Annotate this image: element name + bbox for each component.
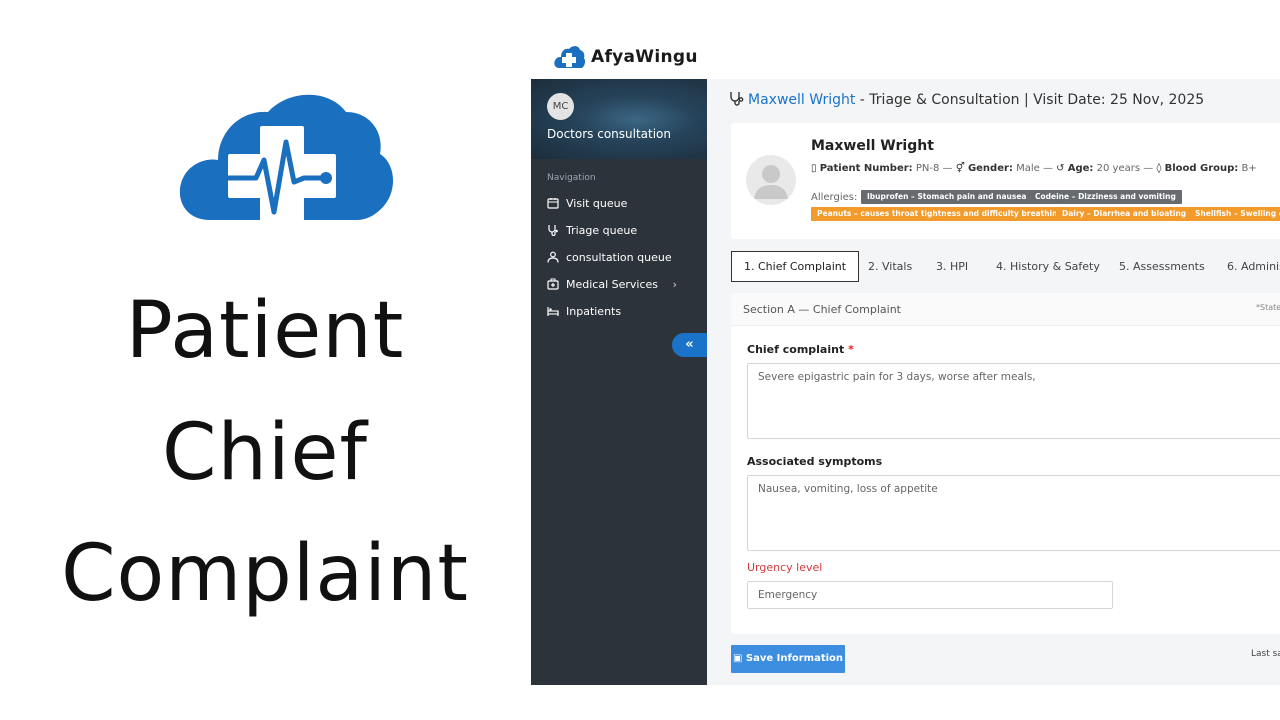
last-saved-text: Last sav: [1251, 649, 1280, 659]
sidebar-item-inpatients[interactable]: Inpatients: [547, 301, 697, 321]
associated-symptoms-label: Associated symptoms: [747, 455, 883, 468]
patient-name: Maxwell Wright: [811, 138, 934, 154]
sidebar: MC Doctors consultation Navigation Visit…: [531, 79, 707, 685]
sidebar-title: Doctors consultation: [547, 127, 672, 141]
stethoscope-icon: [730, 92, 744, 106]
allergy-tag: Codeine – Dizziness and vomiting: [1029, 190, 1182, 204]
stethoscope-icon: [548, 225, 558, 236]
brand-bar: AfyaWingu: [531, 0, 1280, 79]
main-content: Maxwell Wright - Triage & Consultation |…: [707, 79, 1280, 685]
blood-group-label: Blood Group:: [1164, 163, 1239, 174]
form-section-header: Section A — Chief Complaint *State: [731, 293, 1280, 326]
sidebar-item-label: Medical Services: [566, 277, 659, 291]
section-hint: *State: [1256, 303, 1280, 312]
tab-history-safety[interactable]: 4. History & Safety: [996, 251, 1100, 282]
sidebar-item-label: Triage queue: [566, 223, 638, 237]
chief-complaint-field[interactable]: Severe epigastric pain for 3 days, worse…: [747, 363, 1280, 439]
associated-symptoms-field[interactable]: Nausea, vomiting, loss of appetite: [747, 475, 1280, 551]
allergy-tag: Shellfish – Swelling of: [1189, 207, 1280, 221]
sidebar-item-label: consultation queue: [566, 250, 672, 264]
history-icon: ↺: [1056, 163, 1065, 174]
patient-meta: ▯ Patient Number: PN-8 — ⚥ Gender: Male …: [811, 163, 1257, 174]
allergy-tag: Dairy – Diarrhea and bloating: [1056, 207, 1193, 221]
required-mark: *: [848, 343, 854, 356]
page-title-text: - Triage & Consultation | Visit Date: 25…: [855, 92, 1205, 108]
blood-drop-icon: ◊: [1156, 163, 1162, 174]
chevron-right-icon: ›: [672, 277, 677, 291]
page-title: Maxwell Wright - Triage & Consultation |…: [729, 91, 1204, 108]
save-icon: ▣: [732, 653, 743, 664]
sidebar-item-triage-queue[interactable]: Triage queue: [547, 220, 697, 240]
tab-bar: 1. Chief Complaint 2. Vitals 3. HPI 4. H…: [731, 251, 1280, 283]
tab-assessments[interactable]: 5. Assessments: [1119, 251, 1205, 282]
promo-title-line-1: Patient: [125, 286, 405, 376]
id-card-icon: ▯: [811, 163, 817, 174]
avatar[interactable]: MC: [547, 93, 574, 120]
sidebar-collapse-button[interactable]: «: [672, 333, 707, 357]
tab-administration[interactable]: 6. Adminis: [1227, 251, 1280, 282]
gender-value: Male: [1016, 163, 1040, 174]
bed-icon: [547, 307, 559, 316]
promo-title-line-3: Complaint: [61, 529, 469, 619]
promo-title-line-2: Chief: [161, 408, 369, 498]
sidebar-item-label: Visit queue: [566, 196, 628, 210]
sidebar-item-label: Inpatients: [566, 304, 622, 318]
medical-kit-icon: [547, 278, 559, 290]
sidebar-header: MC Doctors consultation: [531, 79, 707, 159]
sidebar-item-visit-queue[interactable]: Visit queue: [547, 193, 697, 213]
sidebar-item-consultation-queue[interactable]: consultation queue: [547, 247, 697, 267]
blood-group-value: B+: [1241, 163, 1257, 174]
patient-number: PN-8: [915, 163, 940, 174]
save-button[interactable]: ▣ Save Information: [731, 645, 845, 673]
allergies-label: Allergies:: [811, 192, 858, 203]
urgency-level-field[interactable]: Emergency: [747, 581, 1113, 609]
cloud-medical-logo-icon: [179, 94, 394, 226]
gender-label: Gender:: [967, 163, 1013, 174]
allergy-tag: Ibuprofen – Stomach pain and nausea: [861, 190, 1033, 204]
tab-vitals[interactable]: 2. Vitals: [868, 251, 912, 282]
patient-avatar: [746, 155, 796, 205]
app-window: AfyaWingu MC Doctors consultation Naviga…: [531, 0, 1280, 720]
urgency-level-label: Urgency level: [747, 561, 823, 574]
gender-icon: ⚥: [955, 163, 965, 174]
allergy-tag: Peanuts – causes throat tightness and di…: [811, 207, 1069, 221]
tab-chief-complaint[interactable]: 1. Chief Complaint: [731, 251, 860, 282]
nav-section-label: Navigation: [547, 173, 596, 183]
age-value: 20 years: [1096, 163, 1141, 174]
age-label: Age:: [1067, 163, 1094, 174]
chief-complaint-label: Chief complaint *: [747, 343, 854, 356]
doctor-icon: [547, 251, 559, 263]
brand-logo-icon[interactable]: [553, 44, 585, 70]
patient-card: Maxwell Wright ▯ Patient Number: PN-8 — …: [731, 123, 1280, 239]
sidebar-item-medical-services[interactable]: Medical Services ›: [547, 274, 697, 294]
patient-number-label: Patient Number:: [819, 163, 913, 174]
chief-complaint-form: Section A — Chief Complaint *State Chief…: [731, 293, 1280, 634]
patient-name-link[interactable]: Maxwell Wright: [748, 92, 855, 108]
promo-panel: Patient Chief Complaint: [0, 0, 530, 720]
calendar-icon: [547, 198, 559, 209]
brand-name: AfyaWingu: [591, 47, 698, 67]
user-placeholder-icon: [754, 165, 788, 199]
tab-hpi[interactable]: 3. HPI: [936, 251, 968, 282]
section-title: Section A — Chief Complaint: [743, 303, 901, 316]
